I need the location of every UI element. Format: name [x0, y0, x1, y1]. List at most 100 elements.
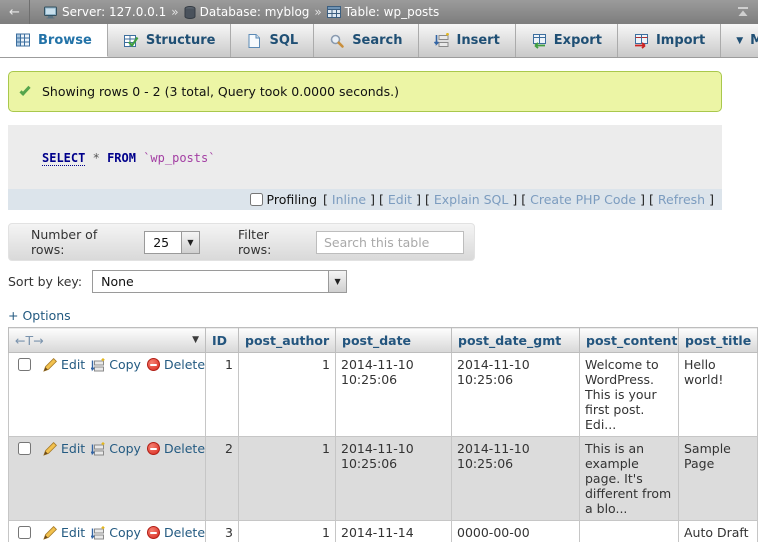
cell-post-date: 2014-11-10 10:25:06 [336, 353, 452, 437]
back-button[interactable]: ← [0, 0, 30, 24]
edit-row-link[interactable]: Edit [43, 441, 85, 456]
refresh-link[interactable]: Refresh [658, 192, 705, 207]
create-php-code-link[interactable]: Create PHP Code [530, 192, 636, 207]
profiling-checkbox[interactable] [250, 193, 263, 206]
breadcrumb-table[interactable]: Table: wp_posts [327, 5, 440, 19]
sort-by-key-select[interactable]: None ▼ [92, 270, 347, 293]
tab-search-label: Search [352, 33, 402, 48]
edit-row-link[interactable]: Edit [43, 357, 85, 372]
edit-query-link[interactable]: Edit [388, 192, 412, 207]
column-header-post-author[interactable]: post_author [239, 328, 336, 353]
cell-post-date-gmt: 0000-00-00 00:00:00 [452, 521, 580, 542]
delete-row-link[interactable]: Delete [147, 357, 205, 372]
actions-header: ←T→ ▼ [9, 328, 206, 353]
column-header-post-title[interactable]: post_title [679, 328, 758, 353]
bracket: ] [640, 192, 645, 207]
cell-post-date: 2014-11-14 06:33:38 [336, 521, 452, 542]
edit-label: Edit [61, 525, 85, 540]
structure-icon [123, 33, 139, 49]
edit-row-link[interactable]: Edit [43, 525, 85, 540]
tab-more[interactable]: ▼ More [721, 24, 758, 57]
delete-row-link[interactable]: Delete [147, 525, 205, 540]
copy-row-link[interactable]: Copy [91, 525, 141, 540]
cell-post-date: 2014-11-10 10:25:06 [336, 437, 452, 521]
cell-post-date-gmt: 2014-11-10 10:25:06 [452, 353, 580, 437]
tab-search[interactable]: Search [314, 24, 418, 57]
collapse-panel-button[interactable] [728, 6, 758, 18]
options-toggle[interactable]: + Options [8, 308, 758, 323]
profiling-label: Profiling [267, 192, 318, 207]
copy-row-link[interactable]: Copy [91, 441, 141, 456]
back-arrow-icon: ← [9, 5, 20, 20]
breadcrumb-separator: » [314, 5, 321, 19]
column-options-icon[interactable]: ▼ [192, 335, 199, 345]
breadcrumb-server-label: Server: 127.0.0.1 [62, 5, 166, 19]
copy-row-link[interactable]: Copy [91, 357, 141, 372]
tab-structure[interactable]: Structure [108, 24, 232, 57]
tab-browse-label: Browse [38, 33, 92, 48]
filter-rows-input[interactable] [316, 231, 464, 254]
row-checkbox[interactable] [18, 358, 31, 371]
bracket: ] [709, 192, 714, 207]
number-of-rows-value: 25 [145, 232, 181, 253]
database-icon [184, 6, 196, 19]
cell-post-title: Auto Draft [679, 521, 758, 542]
column-header-post-content[interactable]: post_content [580, 328, 679, 353]
breadcrumb-database[interactable]: Database: myblog [184, 5, 310, 19]
bracket: [ [649, 192, 654, 207]
success-message-text: Showing rows 0 - 2 (3 total, Query took … [42, 84, 399, 99]
bracket: ] [370, 192, 375, 207]
table-icon [327, 6, 341, 18]
bracket: [ [521, 192, 526, 207]
breadcrumb-table-label: Table: wp_posts [345, 5, 440, 19]
explain-sql-link[interactable]: Explain SQL [434, 192, 508, 207]
breadcrumb-bar: ← Server: 127.0.0.1 » Database: myblog »… [0, 0, 758, 24]
tab-sql[interactable]: SQL [231, 24, 314, 57]
sort-row: Sort by key: None ▼ [8, 270, 758, 293]
copy-label: Copy [109, 441, 141, 456]
success-message: Showing rows 0 - 2 (3 total, Query took … [8, 71, 722, 112]
delete-icon [147, 442, 160, 455]
dropdown-icon: ▼ [181, 232, 199, 253]
breadcrumb-server[interactable]: Server: 127.0.0.1 [44, 5, 166, 19]
row-checkbox[interactable] [18, 526, 31, 539]
tab-insert[interactable]: Insert [419, 24, 516, 57]
cell-id: 3 [206, 521, 239, 542]
search-icon [329, 33, 345, 49]
rows-filter-bar: Number of rows: 25 ▼ Filter rows: [8, 223, 475, 261]
browse-icon [15, 32, 31, 48]
row-checkbox[interactable] [18, 442, 31, 455]
insert-icon [434, 33, 450, 49]
number-of-rows-label: Number of rows: [31, 227, 134, 257]
header-nav-icon[interactable]: ←T→ [15, 333, 44, 348]
cell-post-author: 1 [239, 521, 336, 542]
breadcrumb: Server: 127.0.0.1 » Database: myblog » T… [30, 5, 728, 19]
cell-id: 1 [206, 353, 239, 437]
tab-import[interactable]: Import [618, 24, 721, 57]
cell-post-content: This is an example page. It's different … [580, 437, 679, 521]
tab-browse[interactable]: Browse [0, 24, 108, 57]
results-table: ←T→ ▼ ID post_author post_date post_date… [8, 327, 758, 542]
column-header-post-date[interactable]: post_date [336, 328, 452, 353]
sql-keyword-select[interactable]: SELECT [42, 151, 85, 166]
bracket: ] [416, 192, 421, 207]
table-row: Edit Copy Delete 1 1 2014-11-10 10:25:06… [9, 353, 758, 437]
sql-toolbar: Profiling [ Inline ] [ Edit ] [ Explain … [8, 189, 722, 210]
number-of-rows-select[interactable]: 25 ▼ [144, 231, 200, 254]
delete-row-link[interactable]: Delete [147, 441, 205, 456]
table-row: Edit Copy Delete 2 1 2014-11-10 10:25:06… [9, 437, 758, 521]
pencil-icon [43, 526, 57, 540]
sql-table-name: `wp_posts` [143, 151, 215, 165]
delete-label: Delete [164, 357, 205, 372]
tab-bar: Browse Structure SQL Search Insert Expor… [0, 24, 758, 58]
column-header-post-date-gmt[interactable]: post_date_gmt [452, 328, 580, 353]
inline-link[interactable]: Inline [332, 192, 366, 207]
tab-export-label: Export [554, 33, 602, 48]
column-header-id[interactable]: ID [206, 328, 239, 353]
tab-export[interactable]: Export [516, 24, 618, 57]
delete-label: Delete [164, 441, 205, 456]
delete-label: Delete [164, 525, 205, 540]
tab-sql-label: SQL [269, 33, 298, 48]
breadcrumb-separator: » [171, 5, 178, 19]
delete-icon [147, 526, 160, 539]
